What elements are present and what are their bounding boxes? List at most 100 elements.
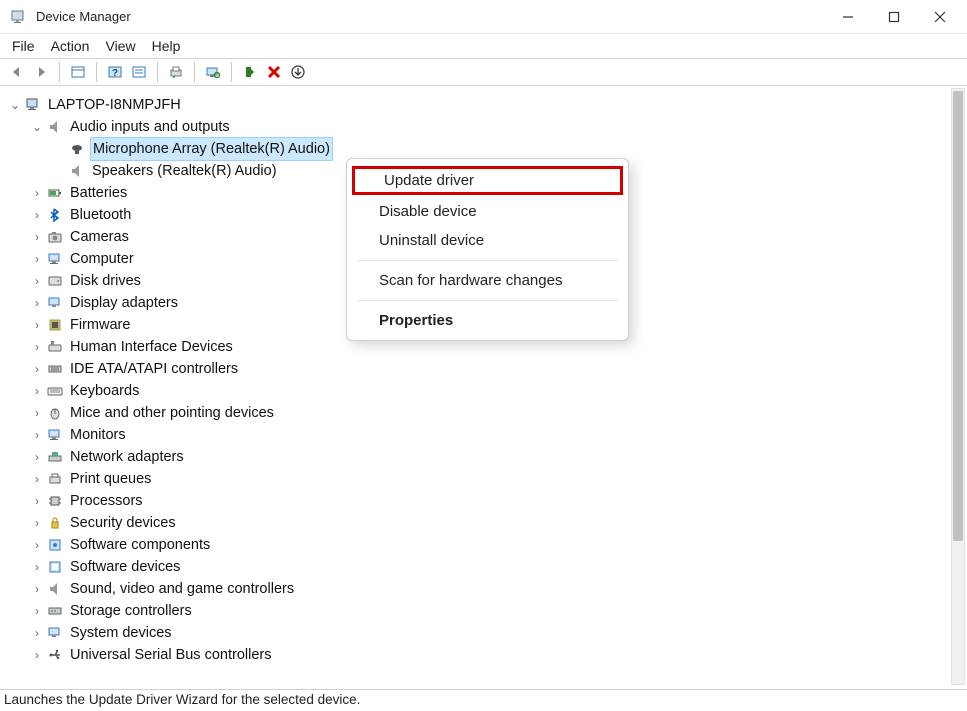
expander-icon[interactable]: › [30,204,44,226]
category-storage-controllers[interactable]: › Storage controllers [8,600,967,622]
print-button[interactable] [165,61,187,83]
window-title: Device Manager [36,9,825,24]
category-software-devices[interactable]: › Software devices [8,556,967,578]
category-label: Computer [68,248,136,270]
category-icon [46,426,64,444]
expander-icon[interactable]: › [30,490,44,512]
expander-icon[interactable]: ⌄ [8,94,22,116]
device-microphone-array[interactable]: Microphone Array (Realtek(R) Audio) [8,138,967,160]
category-sound-video-and-game-controllers[interactable]: ›Sound, video and game controllers [8,578,967,600]
expander-icon[interactable]: › [30,226,44,248]
category-software-components[interactable]: › Software components [8,534,967,556]
ctx-separator [357,300,618,301]
expander-icon[interactable]: › [30,644,44,666]
ctx-properties[interactable]: Properties [347,306,628,335]
scrollbar-thumb[interactable] [953,91,963,541]
expander-icon[interactable]: › [30,248,44,270]
statusbar-text: Launches the Update Driver Wizard for th… [4,692,360,707]
ctx-separator [357,260,618,261]
category-label: System devices [68,622,174,644]
statusbar: Launches the Update Driver Wizard for th… [0,689,967,711]
app-icon [10,8,28,26]
expander-icon[interactable]: › [30,358,44,380]
expander-icon[interactable]: › [30,402,44,424]
menu-view[interactable]: View [105,38,135,54]
category-icon [46,536,64,554]
menu-action[interactable]: Action [51,38,90,54]
category-monitors[interactable]: ›Monitors [8,424,967,446]
menu-file[interactable]: File [12,38,35,54]
category-label: Cameras [68,226,131,248]
category-label: Firmware [68,314,132,336]
ctx-disable-device[interactable]: Disable device [347,197,628,226]
category-label: Security devices [68,512,178,534]
ctx-update-driver[interactable]: Update driver [352,166,623,195]
category-print-queues[interactable]: › Print queues [8,468,967,490]
expander-icon[interactable]: › [30,380,44,402]
category-label: Universal Serial Bus controllers [68,644,273,666]
category-universal-serial-bus-controllers[interactable]: › Universal Serial Bus controllers [8,644,967,666]
category-label: Bluetooth [68,204,133,226]
enable-button[interactable] [239,61,261,83]
category-icon [46,382,64,400]
category-audio[interactable]: ⌄ Audio inputs and outputs [8,116,967,138]
expander-icon[interactable]: › [30,314,44,336]
category-icon [46,360,64,378]
expander-icon[interactable]: › [30,468,44,490]
category-mice-and-other-pointing-devices[interactable]: › Mice and other pointing devices [8,402,967,424]
category-label: Print queues [68,468,153,490]
context-menu: Update driver Disable device Uninstall d… [346,158,629,341]
expander-icon[interactable]: › [30,424,44,446]
category-label: Processors [68,490,145,512]
maximize-button[interactable] [871,0,917,34]
expander-icon[interactable]: ⌄ [30,116,44,138]
speaker-icon [68,162,86,180]
expander-icon[interactable]: › [30,182,44,204]
category-label: Audio inputs and outputs [68,116,232,138]
ctx-uninstall-device[interactable]: Uninstall device [347,226,628,255]
expander-icon[interactable]: › [30,534,44,556]
update-driver-button[interactable] [287,61,309,83]
show-hide-tree-button[interactable] [67,61,89,83]
disable-button[interactable] [263,61,285,83]
tree-root[interactable]: ⌄ LAPTOP-I8NMPJFH [8,94,967,116]
nav-back-button[interactable] [6,61,28,83]
category-label: Software components [68,534,212,556]
category-system-devices[interactable]: › System devices [8,622,967,644]
properties-button[interactable] [128,61,150,83]
category-label: Software devices [68,556,182,578]
category-security-devices[interactable]: › Security devices [8,512,967,534]
expander-icon[interactable]: › [30,556,44,578]
expander-icon[interactable]: › [30,270,44,292]
category-label: Mice and other pointing devices [68,402,276,424]
category-network-adapters[interactable]: ›Network adapters [8,446,967,468]
expander-icon[interactable]: › [30,336,44,358]
category-keyboards[interactable]: › Keyboards [8,380,967,402]
category-processors[interactable]: › Processors [8,490,967,512]
category-icon [46,316,64,334]
scan-button[interactable] [202,61,224,83]
vertical-scrollbar[interactable] [951,88,965,685]
close-button[interactable] [917,0,963,34]
expander-icon[interactable]: › [30,292,44,314]
category-icon [46,184,64,202]
tree-root-label: LAPTOP-I8NMPJFH [46,94,183,116]
expander-icon[interactable]: › [30,578,44,600]
toolbar: ? [0,58,967,86]
help-button[interactable]: ? [104,61,126,83]
category-label: Storage controllers [68,600,194,622]
nav-forward-button[interactable] [30,61,52,83]
expander-icon[interactable]: › [30,512,44,534]
ctx-scan-hardware[interactable]: Scan for hardware changes [347,266,628,295]
device-label: Speakers (Realtek(R) Audio) [90,160,279,182]
category-ide-ata-atapi-controllers[interactable]: ›IDE ATA/ATAPI controllers [8,358,967,380]
category-label: Keyboards [68,380,141,402]
expander-icon[interactable]: › [30,600,44,622]
microphone-icon [68,140,86,158]
expander-icon[interactable]: › [30,622,44,644]
expander-icon[interactable]: › [30,446,44,468]
menu-help[interactable]: Help [152,38,181,54]
titlebar: Device Manager [0,0,967,34]
svg-text:?: ? [112,68,118,79]
minimize-button[interactable] [825,0,871,34]
